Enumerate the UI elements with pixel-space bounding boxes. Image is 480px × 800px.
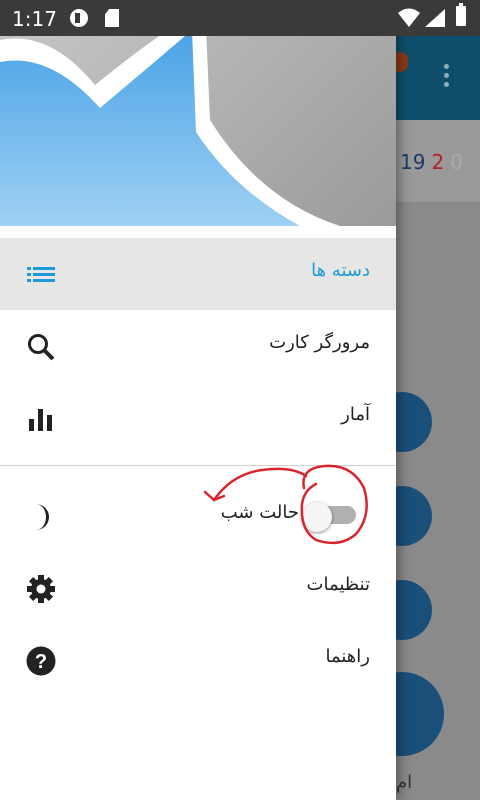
menu-item-label: آمار	[341, 404, 370, 425]
list-icon	[27, 267, 55, 282]
deck-count: 19	[400, 150, 426, 174]
gear-icon	[27, 575, 55, 603]
menu-item-label: دسته ها	[311, 260, 370, 281]
bottom-text: ام	[396, 772, 413, 793]
menu-item-card-browser[interactable]: مرورگر کارت	[0, 310, 396, 382]
clock: 1:17	[12, 7, 57, 31]
moon-icon	[36, 504, 49, 530]
wifi-icon	[398, 8, 420, 27]
menu-divider	[0, 465, 396, 466]
menu-item-help[interactable]: ? راهنما	[0, 624, 396, 696]
navigation-drawer: دسته ها مرورگر کارت آمار حالت شب تنظیمات…	[0, 0, 396, 800]
help-icon: ?	[26, 646, 56, 676]
menu-item-label: حالت شب	[220, 502, 299, 523]
deck-counts: 19 2 0	[400, 150, 469, 174]
battery-icon	[456, 3, 466, 26]
menu-item-label: راهنما	[325, 646, 370, 667]
toggle-thumb[interactable]	[302, 502, 332, 532]
deck-count: 2	[431, 150, 445, 174]
deck-count: 0	[450, 150, 463, 174]
menu-item-label: تنظیمات	[306, 574, 370, 595]
status-bar: 1:17	[0, 0, 480, 36]
overflow-menu-icon[interactable]	[444, 64, 450, 90]
menu-item-settings[interactable]: تنظیمات	[0, 552, 396, 624]
menu-item-label: مرورگر کارت	[269, 332, 370, 353]
svg-text:?: ?	[35, 651, 47, 673]
bar-chart-icon	[29, 409, 52, 431]
menu-item-statistics[interactable]: آمار	[0, 382, 396, 454]
sd-card-icon	[105, 9, 119, 27]
signal-icon	[425, 9, 445, 27]
search-icon	[28, 334, 55, 361]
menu-item-categories[interactable]: دسته ها	[0, 238, 396, 310]
notification-icon	[70, 9, 88, 27]
